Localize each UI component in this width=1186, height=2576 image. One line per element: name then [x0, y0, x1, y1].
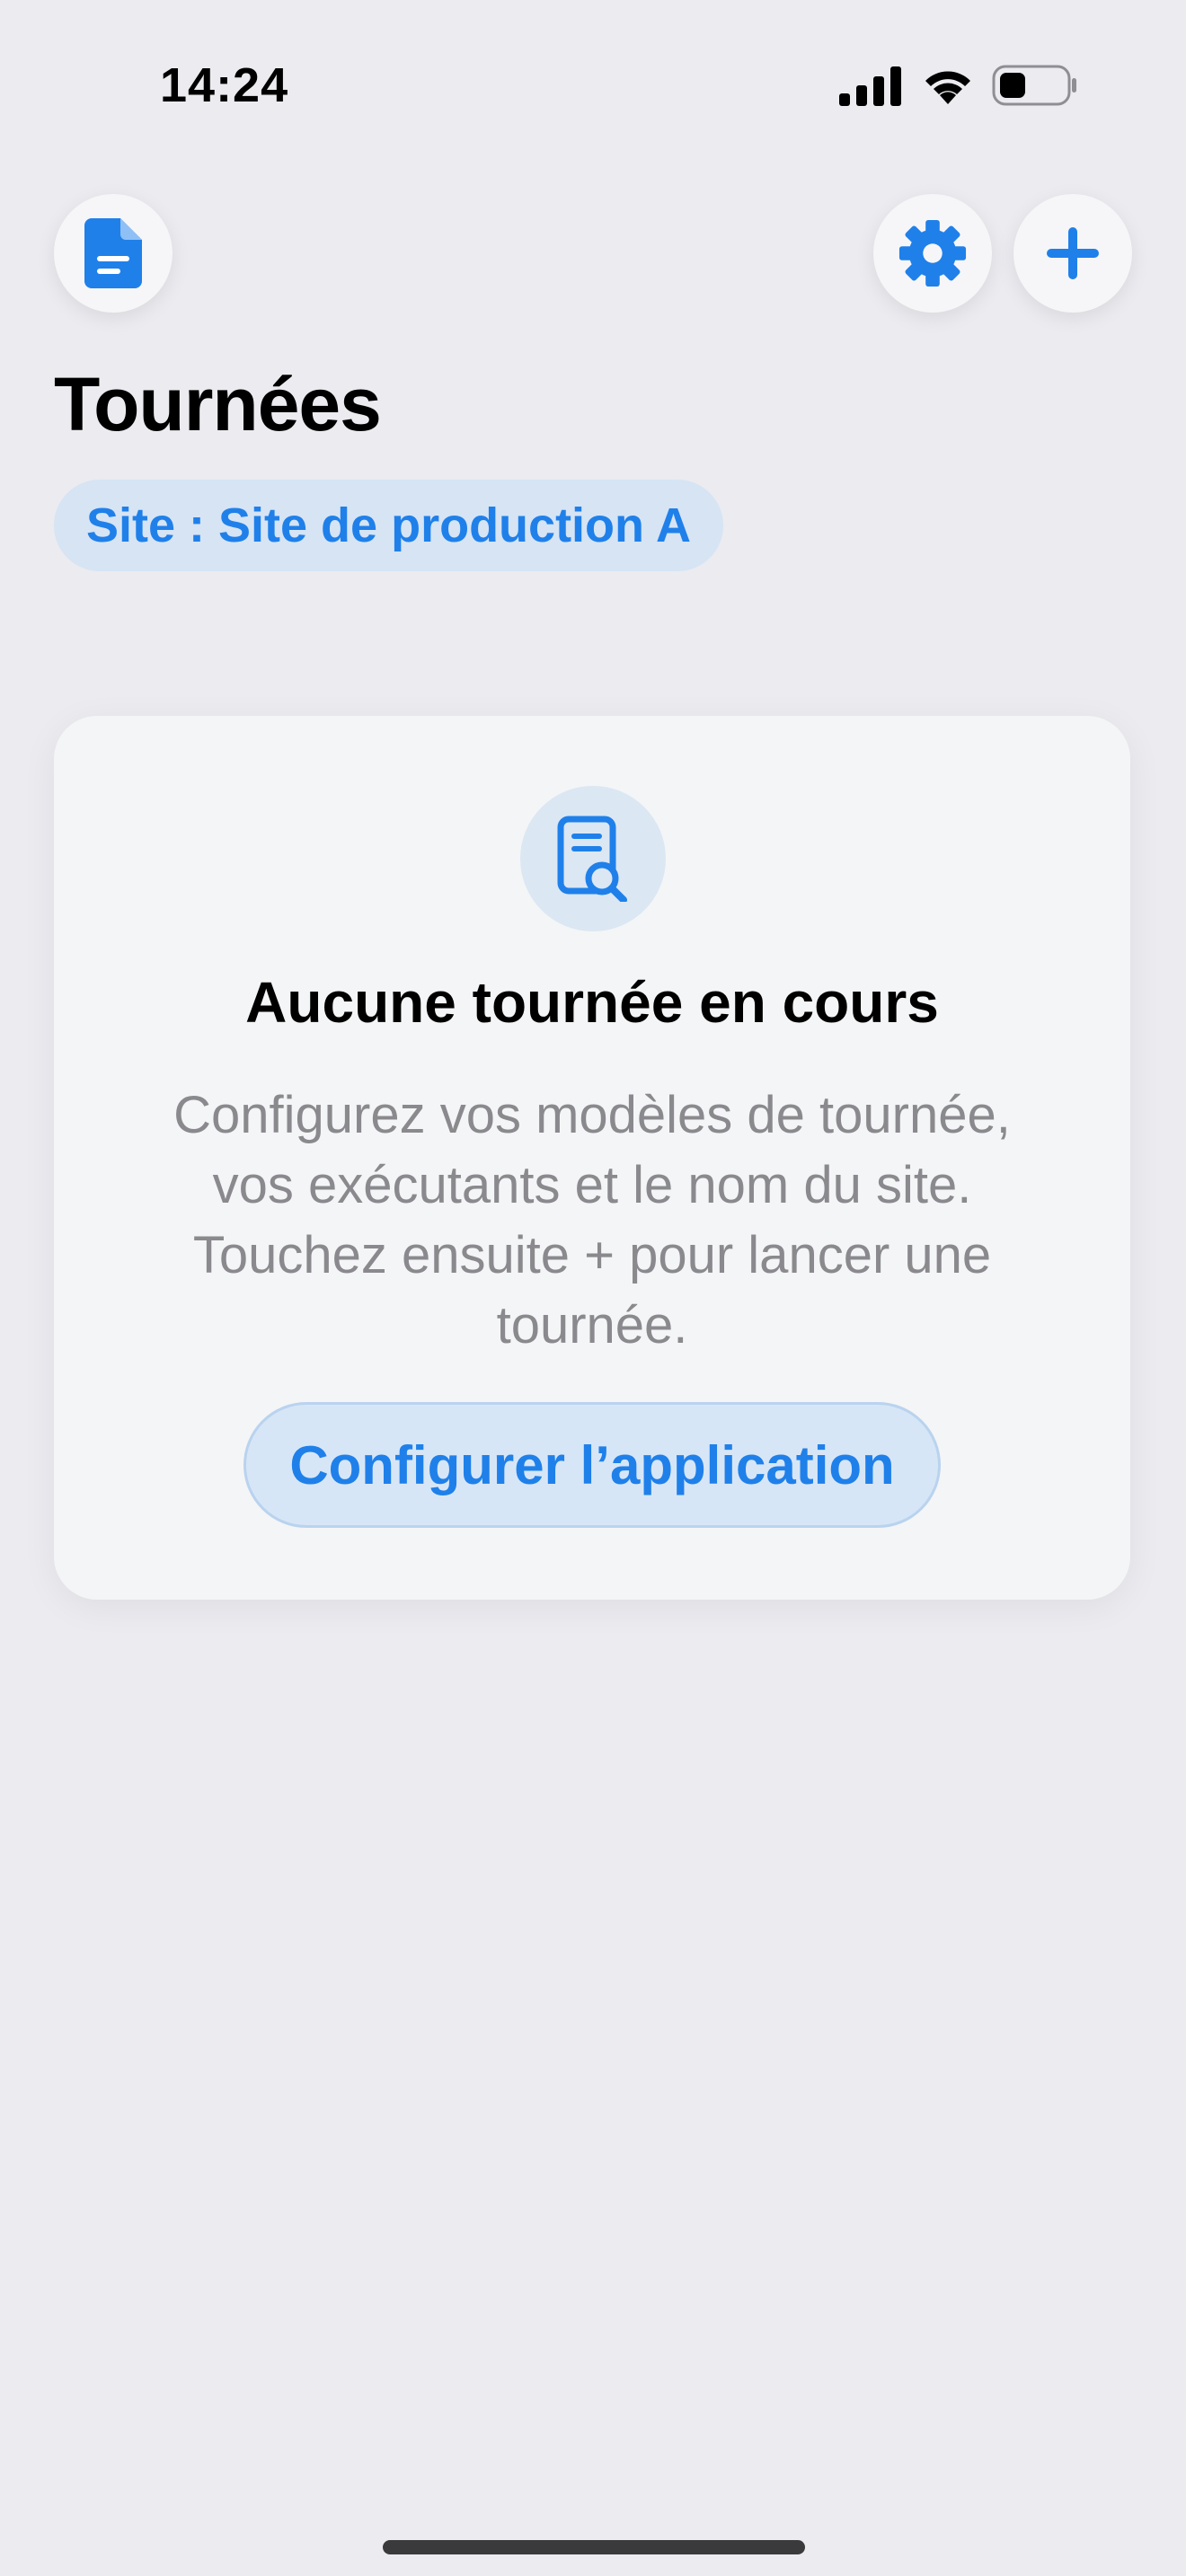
cellular-signal-icon [839, 66, 901, 106]
wifi-icon [925, 71, 970, 104]
empty-state-description: Configurez vos modèles de tournée, vos e… [173, 1086, 1011, 1354]
site-chip[interactable]: Site : Site de production A [54, 480, 724, 571]
settings-button[interactable] [873, 194, 992, 313]
documents-button[interactable] [54, 194, 173, 313]
configure-app-button[interactable]: Configurer l’application [243, 1402, 941, 1528]
add-tour-button[interactable] [1013, 194, 1132, 313]
document-search-icon [557, 816, 627, 902]
home-indicator[interactable] [383, 2540, 805, 2554]
document-icon [84, 218, 142, 288]
empty-state-icon-circle [520, 786, 666, 931]
gear-icon [898, 219, 967, 287]
battery-icon [992, 65, 1076, 106]
empty-state-card: Aucune tournée en cours Configurez vos m… [54, 716, 1130, 1600]
status-time: 14:24 [160, 58, 289, 112]
empty-state-title: Aucune tournée en cours [245, 970, 939, 1035]
plus-icon [1047, 227, 1099, 279]
page-title: Tournées [54, 362, 382, 446]
status-bar: 14:24 [0, 0, 1186, 171]
